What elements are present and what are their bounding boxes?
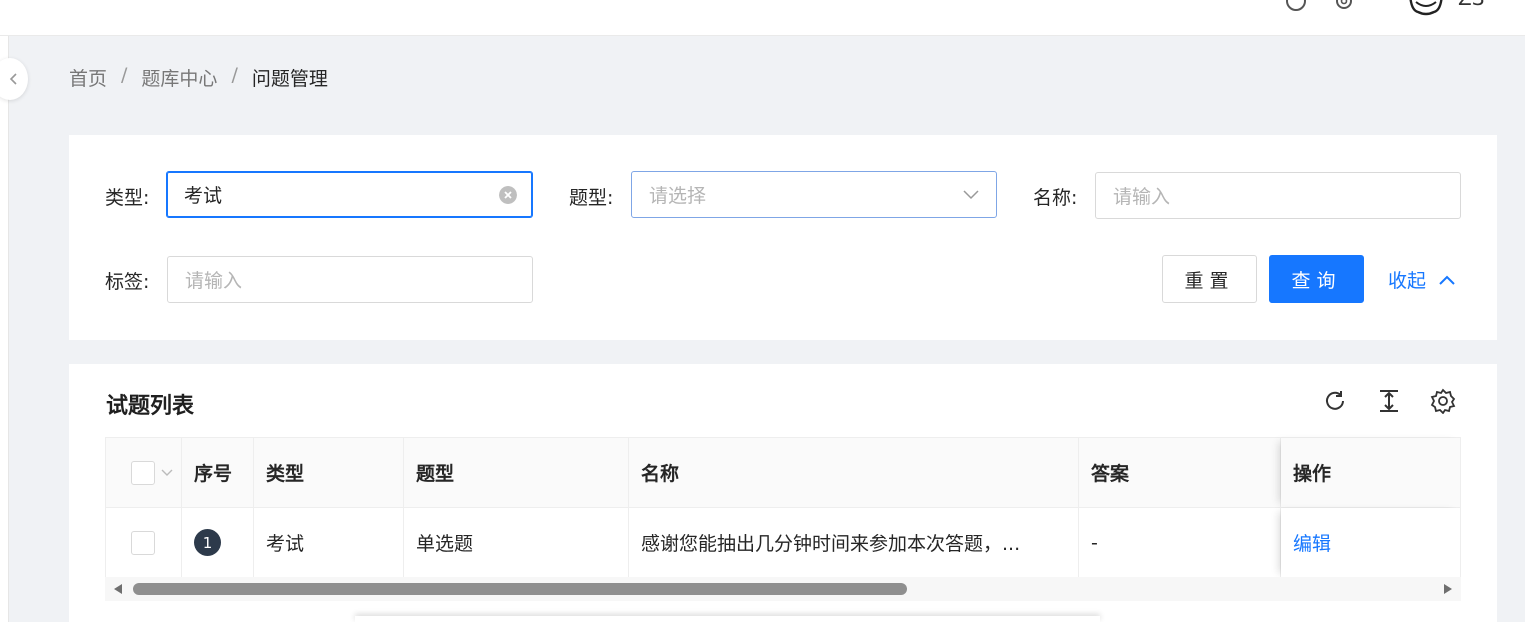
reset-button[interactable]: 重置 [1162,255,1257,303]
table-row: 1 考试 单选题 感谢您能抽出几分钟时间来参加本次答题，... - 编辑 [105,508,1461,578]
column-header-answer[interactable]: 答案 [1079,438,1281,507]
type-filter-label: 类型: [105,187,150,209]
breadcrumb-separator: / [231,64,238,86]
scroll-left-arrow[interactable] [114,584,122,594]
breadcrumb-current: 问题管理 [251,68,328,90]
scroll-right-arrow[interactable] [1444,584,1452,594]
table-header: 序号 类型 题型 名称 答案 操作 [105,437,1461,508]
avatar[interactable] [1406,0,1446,16]
column-header-type[interactable]: 类型 [254,438,404,507]
table-title: 试题列表 [106,394,195,419]
name-filter-placeholder: 请输入 [1113,186,1171,208]
row-name-cell: 感谢您能抽出几分钟时间来参加本次答题，... [629,508,1079,577]
select-all-cell [106,438,182,507]
scrollbar-thumb[interactable] [133,583,907,595]
column-header-actions: 操作 [1281,438,1462,507]
column-header-question-type[interactable]: 题型 [404,438,629,507]
refresh-icon[interactable] [1322,388,1348,414]
chevron-up-icon [1439,275,1455,285]
settings-icon[interactable] [1333,0,1355,12]
row-question-type-cell: 单选题 [404,508,629,577]
clear-icon[interactable] [499,186,517,204]
top-header: ZS [0,0,1525,36]
username[interactable]: ZS [1458,0,1484,10]
breadcrumb-section[interactable]: 题库中心 [141,64,217,91]
tag-filter-label: 标签: [105,271,150,293]
filter-panel: 类型: 考试 题型: 请选择 名称: 请输入 标签: 请输入 重置 查询 收起 [69,135,1497,340]
column-header-index[interactable]: 序号 [182,438,254,507]
column-header-name[interactable]: 名称 [629,438,1079,507]
row-index-badge: 1 [194,529,221,556]
row-index-cell: 1 [182,508,254,577]
row-answer-cell: - [1079,508,1281,577]
question-type-placeholder: 请选择 [649,185,707,207]
collapse-label: 收起 [1388,270,1427,292]
column-height-icon[interactable] [1376,388,1402,414]
name-filter-input[interactable]: 请输入 [1095,172,1461,219]
chevron-down-icon[interactable] [161,469,173,477]
bottom-popover-edge [355,616,1100,622]
question-table-card: 试题列表 序号 类型 题型 名称 答案 操作 1 考试 单选题 感谢您能抽出几分… [69,364,1497,622]
tag-filter-placeholder: 请输入 [185,270,243,292]
select-all-checkbox[interactable] [131,460,155,485]
query-button[interactable]: 查询 [1269,255,1364,303]
breadcrumb-separator: / [121,64,128,86]
horizontal-scrollbar[interactable] [105,577,1461,601]
breadcrumb-home[interactable]: 首页 [69,64,107,91]
breadcrumb: 首页 / 题库中心 / 问题管理 [69,64,328,91]
tag-filter-input[interactable]: 请输入 [167,256,533,303]
row-select-cell [106,508,182,577]
chevron-left-icon [9,73,17,85]
collapse-filters-link[interactable]: 收起 [1388,266,1456,293]
row-type-cell: 考试 [254,508,404,577]
question-type-select[interactable]: 请选择 [631,171,997,218]
chevron-down-icon [963,190,979,200]
settings-icon[interactable] [1430,388,1456,414]
name-filter-label: 名称: [1033,187,1078,209]
row-checkbox[interactable] [131,530,155,555]
type-filter-value: 考试 [184,185,223,207]
help-icon[interactable] [1285,0,1307,12]
sidebar-collapsed [0,36,9,622]
type-filter-input[interactable]: 考试 [166,171,533,218]
question-type-filter-label: 题型: [569,187,614,209]
row-actions-cell: 编辑 [1281,508,1462,577]
edit-link[interactable]: 编辑 [1293,529,1331,556]
sidebar-toggle-button[interactable] [0,58,28,100]
